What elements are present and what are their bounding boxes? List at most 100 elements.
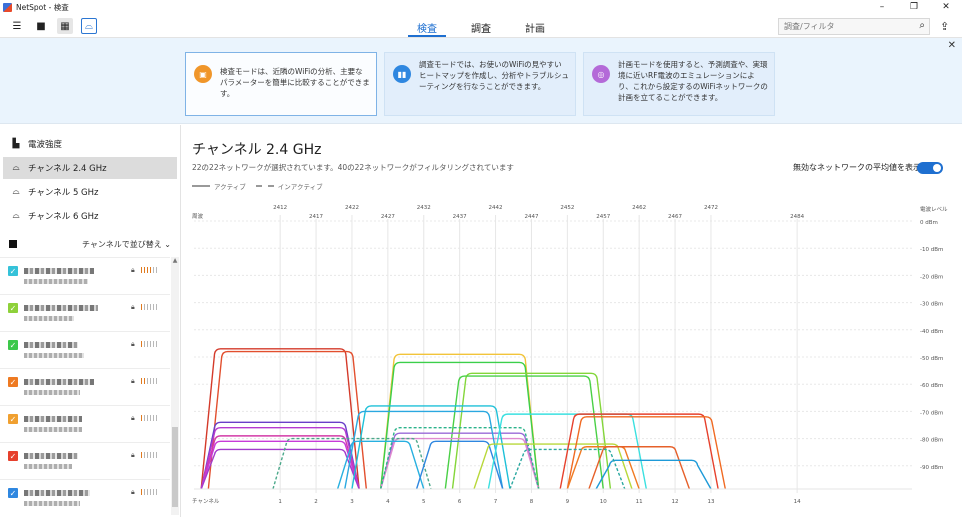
channel-view-icon[interactable]: ⌓ bbox=[81, 18, 97, 34]
network-name-redacted bbox=[24, 268, 94, 274]
network-row[interactable]: ✓ 🔒︎ bbox=[0, 442, 170, 478]
sidebar-item-channel-6[interactable]: ⌓ チャンネル 6 GHz bbox=[3, 205, 177, 227]
tab-survey[interactable]: 調査 bbox=[454, 16, 508, 38]
network-checkbox[interactable]: ✓ bbox=[8, 377, 18, 387]
channel-tick-label: 10 bbox=[600, 499, 607, 505]
network-channel-curve bbox=[566, 416, 727, 490]
y-tick-label: -90 dBm bbox=[920, 465, 943, 471]
window-controls: – ❐ ✕ bbox=[866, 0, 962, 14]
search-input[interactable]: 調査/フィルタ ⌕ bbox=[778, 18, 930, 35]
sidebar-item-channel-2-4[interactable]: ⌓ チャンネル 2.4 GHz bbox=[3, 157, 177, 179]
sidebar-item-label: チャンネル 2.4 GHz bbox=[28, 164, 107, 174]
channel-tick-label: 2 bbox=[314, 499, 318, 505]
network-mac-redacted bbox=[24, 279, 88, 284]
signal-bars bbox=[141, 378, 157, 384]
network-channel-curve bbox=[595, 459, 712, 490]
network-row[interactable]: ✓ 🔒︎ bbox=[0, 294, 170, 330]
network-mac-redacted bbox=[24, 316, 74, 321]
channel-tick-label: 8 bbox=[530, 499, 534, 505]
channel-icon: ⌓ bbox=[12, 163, 20, 173]
network-row[interactable]: ✓ 🔒︎ bbox=[0, 331, 170, 367]
banner-close-icon[interactable]: ✕ bbox=[948, 40, 956, 51]
netspot-logo-icon bbox=[3, 2, 12, 12]
inspect-mode-text: 検査モードは、近隣のWiFiの分析、主要なパラメーターを簡単に比較することができ… bbox=[220, 67, 370, 98]
sort-by-channel-dropdown[interactable]: チャンネルで並び替え ⌄ bbox=[82, 239, 171, 250]
network-checkbox[interactable]: ✓ bbox=[8, 488, 18, 498]
signal-fill bbox=[141, 452, 144, 458]
scroll-thumb[interactable] bbox=[172, 427, 178, 507]
lock-icon: 🔒︎ bbox=[131, 303, 135, 311]
channel-tick-label: 1 bbox=[278, 499, 282, 505]
freq-tick-label: 2432 bbox=[417, 205, 431, 211]
freq-tick-label: 2447 bbox=[524, 214, 538, 220]
minimize-button[interactable]: – bbox=[866, 0, 898, 14]
y-tick-label: -10 dBm bbox=[920, 247, 943, 253]
sidebar-item-signal-strength[interactable]: ▙ 電波強度 bbox=[3, 133, 177, 155]
freq-tick-label: 2467 bbox=[668, 214, 682, 220]
network-mac-redacted bbox=[24, 464, 72, 469]
network-row[interactable]: ✓ 🔒︎ bbox=[0, 479, 170, 515]
network-mac-redacted bbox=[24, 427, 82, 432]
sort-row: チャンネルで並び替え ⌄ bbox=[3, 233, 177, 255]
signal-bars bbox=[141, 489, 157, 495]
search-icon[interactable]: ⌕ bbox=[919, 20, 925, 31]
signal-fill bbox=[141, 267, 151, 273]
network-mac-redacted bbox=[24, 390, 80, 395]
sidebar-item-label: 電波強度 bbox=[28, 140, 63, 150]
y-tick-label: -50 dBm bbox=[920, 356, 943, 362]
close-button[interactable]: ✕ bbox=[930, 0, 962, 14]
menu-icon[interactable]: ☰ bbox=[9, 18, 25, 34]
network-checkbox[interactable]: ✓ bbox=[8, 266, 18, 276]
network-checkbox[interactable]: ✓ bbox=[8, 303, 18, 313]
plan-mode-card[interactable]: ◎ 計画モードを使用すると、予測調査や、実環境に近いRF電波のエミュレーションに… bbox=[583, 52, 775, 116]
plan-mode-icon: ◎ bbox=[592, 65, 610, 83]
channel-tick-label: 3 bbox=[350, 499, 354, 505]
network-checkbox[interactable]: ✓ bbox=[8, 451, 18, 461]
sidebar-item-channel-5[interactable]: ⌓ チャンネル 5 GHz bbox=[3, 181, 177, 203]
lock-icon: 🔒︎ bbox=[131, 377, 135, 385]
network-row[interactable]: ✓ 🔒︎ bbox=[0, 405, 170, 441]
sidebar-item-label: チャンネル 5 GHz bbox=[28, 188, 99, 198]
stop-icon[interactable]: ■ bbox=[33, 18, 49, 34]
network-checkbox[interactable]: ✓ bbox=[8, 414, 18, 424]
signal-fill bbox=[141, 415, 144, 421]
channel-tick-label: 7 bbox=[494, 499, 498, 505]
share-icon[interactable]: ⇪ bbox=[940, 20, 949, 33]
channel-tick-label: 13 bbox=[707, 499, 714, 505]
survey-mode-card[interactable]: ▮▮ 調査モードでは、お使いのWiFiの見やすいヒートマップを作成し、分析やトラ… bbox=[384, 52, 576, 116]
signal-fill bbox=[141, 489, 144, 495]
y-axis-label: 電波レベル bbox=[920, 205, 948, 213]
sidebar: ▙ 電波強度 ⌓ チャンネル 2.4 GHz ⌓ チャンネル 5 GHz ⌓ チ… bbox=[0, 125, 181, 517]
select-all-checkbox[interactable] bbox=[9, 240, 17, 248]
network-row[interactable]: ✓ 🔒︎ bbox=[0, 257, 170, 293]
tab-plan[interactable]: 計画 bbox=[508, 16, 562, 38]
x-axis-bottom-label: チャンネル bbox=[192, 498, 220, 505]
freq-tick-label: 2457 bbox=[596, 214, 610, 220]
network-checkbox[interactable]: ✓ bbox=[8, 340, 18, 350]
network-channel-curve bbox=[207, 350, 368, 490]
search-placeholder: 調査/フィルタ bbox=[784, 22, 835, 31]
network-list-scrollbar[interactable]: ▲ bbox=[171, 257, 179, 515]
signal-fill bbox=[141, 341, 144, 347]
freq-tick-label: 2472 bbox=[704, 205, 718, 211]
network-channel-curve bbox=[351, 405, 511, 490]
channel-tick-label: 14 bbox=[794, 499, 801, 505]
channel-tick-label: 6 bbox=[458, 499, 462, 505]
lock-icon: 🔒︎ bbox=[131, 451, 135, 459]
inspect-mode-card[interactable]: ▣ 検査モードは、近隣のWiFiの分析、主要なパラメーターを簡単に比較することが… bbox=[185, 52, 377, 116]
freq-tick-label: 2484 bbox=[790, 214, 804, 220]
lock-icon: 🔒︎ bbox=[131, 488, 135, 496]
scroll-up-icon[interactable]: ▲ bbox=[171, 257, 179, 264]
channel-chart: 0 dBm -10 dBm -20 dBm -30 dBm -40 dBm -50 dBm… bbox=[192, 205, 948, 505]
network-row[interactable]: ✓ 🔒︎ bbox=[0, 368, 170, 404]
network-name-redacted bbox=[24, 342, 78, 348]
grid-view-icon[interactable]: ▦ bbox=[57, 18, 73, 34]
network-mac-redacted bbox=[24, 353, 84, 358]
signal-bars bbox=[141, 452, 157, 458]
inspect-mode-icon: ▣ bbox=[194, 65, 212, 83]
mode-tabs: 検査 調査 計画 bbox=[400, 16, 562, 38]
survey-mode-text: 調査モードでは、お使いのWiFiの見やすいヒートマップを作成し、分析やトラブルシ… bbox=[419, 60, 569, 91]
lock-icon: 🔒︎ bbox=[131, 414, 135, 422]
tab-inspect[interactable]: 検査 bbox=[400, 16, 454, 38]
restore-button[interactable]: ❐ bbox=[898, 0, 930, 14]
